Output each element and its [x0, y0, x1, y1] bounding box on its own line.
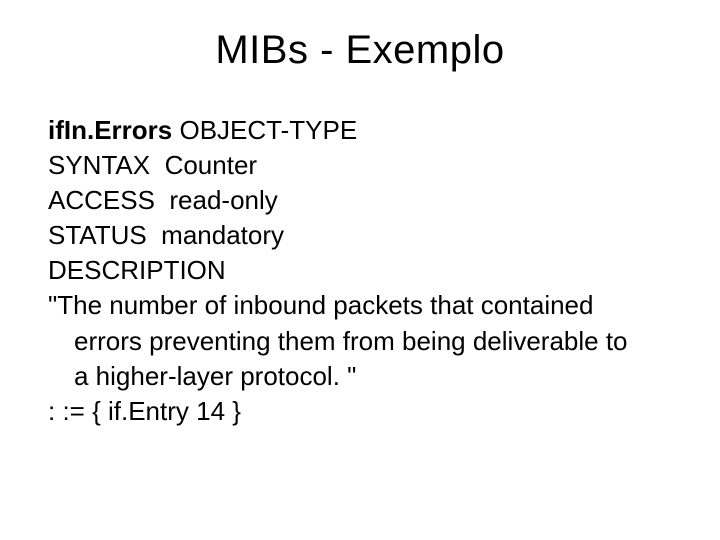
mib-description-line1: "The number of inbound packets that cont… — [48, 288, 672, 323]
slide-body: ifIn.Errors OBJECT-TYPE SYNTAX Counter A… — [0, 113, 720, 429]
mib-description-line2: errors preventing them from being delive… — [48, 324, 672, 359]
mib-status-value: mandatory — [161, 220, 284, 250]
mib-access-label: ACCESS — [48, 185, 155, 215]
mib-object-keyword: OBJECT-TYPE — [179, 115, 357, 145]
mib-object-name: ifIn.Errors — [48, 115, 172, 145]
mib-access-line: ACCESS read-only — [48, 183, 672, 218]
mib-syntax-value: Counter — [165, 150, 258, 180]
slide: MIBs - Exemplo ifIn.Errors OBJECT-TYPE S… — [0, 0, 720, 540]
mib-assignment: : := { if.Entry 14 } — [48, 394, 672, 429]
mib-access-value: read-only — [169, 185, 277, 215]
mib-syntax-label: SYNTAX — [48, 150, 150, 180]
mib-status-label: STATUS — [48, 220, 147, 250]
mib-object-line: ifIn.Errors OBJECT-TYPE — [48, 113, 672, 148]
mib-status-line: STATUS mandatory — [48, 218, 672, 253]
mib-syntax-line: SYNTAX Counter — [48, 148, 672, 183]
slide-title: MIBs - Exemplo — [0, 0, 720, 113]
mib-description-line3: a higher-layer protocol. " — [48, 359, 672, 394]
mib-description-label: DESCRIPTION — [48, 253, 672, 288]
